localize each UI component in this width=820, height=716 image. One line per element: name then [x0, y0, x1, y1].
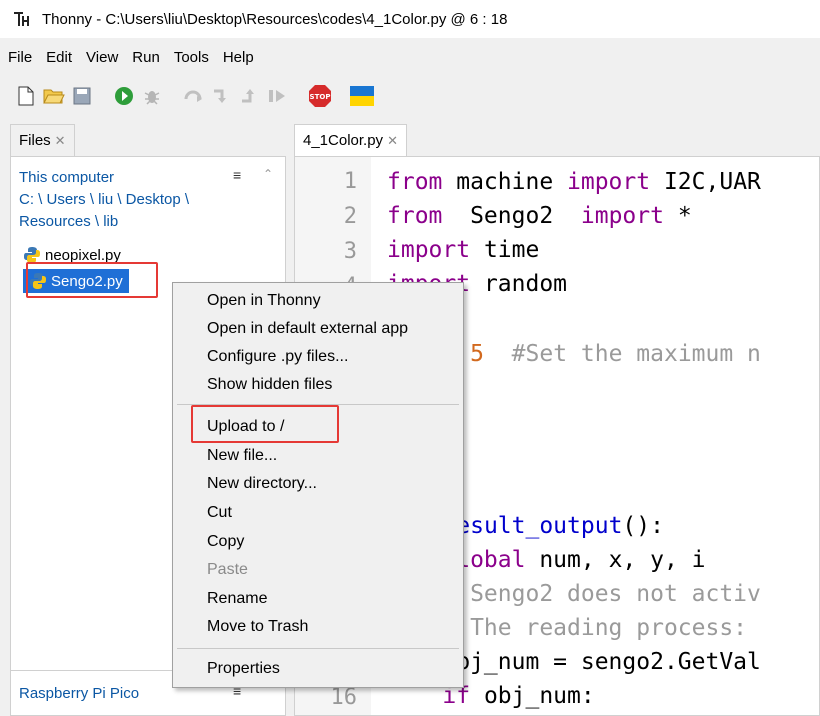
menu-view[interactable]: View [78, 49, 124, 66]
context-menu: Open in Thonny Open in default external … [172, 282, 464, 688]
tab-editor-file[interactable]: 4_1Color.py ✕ [294, 124, 407, 156]
code-line: import time [387, 237, 540, 263]
menu-item-paste: Paste [207, 561, 248, 578]
window-title: Thonny - C:\Users\liu\Desktop\Resources\… [42, 10, 508, 28]
menu-item-open-in-thonny[interactable]: Open in Thonny [207, 288, 321, 314]
menu-item-configure-py[interactable]: Configure .py files... [207, 344, 348, 370]
close-icon[interactable]: ✕ [55, 133, 66, 149]
scroll-up-icon[interactable]: ⌃ [263, 167, 273, 181]
menu-item-copy[interactable]: Copy [207, 529, 244, 555]
tab-files[interactable]: Files ✕ [10, 124, 75, 156]
menu-item-rename[interactable]: Rename [207, 586, 267, 612]
editor-tab-label: 4_1Color.py [303, 132, 384, 149]
menu-item-cut[interactable]: Cut [207, 500, 232, 526]
close-icon[interactable]: ✕ [387, 133, 398, 149]
menu-separator [177, 648, 459, 649]
resume-icon[interactable] [266, 84, 290, 108]
menu-item-properties[interactable]: Properties [207, 656, 280, 682]
line-number: 1 [343, 169, 357, 194]
menu-help[interactable]: Help [215, 49, 260, 66]
hamburger-icon[interactable]: ≡ [233, 167, 241, 183]
line-number: 16 [330, 685, 358, 710]
step-over-icon[interactable] [182, 84, 206, 108]
debug-icon[interactable] [140, 84, 164, 108]
highlight-box-upload [191, 405, 339, 443]
step-into-icon[interactable] [210, 84, 234, 108]
step-out-icon[interactable] [238, 84, 262, 108]
new-file-icon[interactable] [14, 84, 38, 108]
path-line-1[interactable]: C: \ Users \ liu \ Desktop \ [19, 189, 249, 211]
code-line: from machine import I2C,UAR [387, 169, 761, 195]
menu-tools[interactable]: Tools [166, 49, 215, 66]
highlight-box-selected-file [26, 262, 158, 298]
thonny-logo-icon [12, 9, 32, 29]
menu-run[interactable]: Run [124, 49, 166, 66]
menu-item-open-external[interactable]: Open in default external app [207, 316, 408, 342]
code-line: from Sengo2 import * [387, 203, 692, 229]
ukraine-flag-icon[interactable] [350, 84, 374, 108]
run-icon[interactable] [112, 84, 136, 108]
svg-text:STOP: STOP [310, 93, 331, 101]
line-number: 2 [343, 204, 357, 229]
toolbar: STOP [14, 82, 374, 110]
this-computer-link[interactable]: This computer [19, 167, 249, 189]
menu-file[interactable]: File [0, 49, 38, 66]
menu-bar: File Edit View Run Tools Help [0, 44, 260, 70]
title-bar: Thonny - C:\Users\liu\Desktop\Resources\… [0, 0, 820, 38]
open-folder-icon[interactable] [42, 84, 66, 108]
menu-item-new-directory[interactable]: New directory... [207, 471, 317, 497]
save-icon[interactable] [70, 84, 94, 108]
tab-files-label: Files [19, 132, 51, 149]
menu-item-new-file[interactable]: New file... [207, 443, 277, 469]
pico-label[interactable]: Raspberry Pi Pico [19, 685, 139, 702]
path-breadcrumb: This computer C: \ Users \ liu \ Desktop… [19, 167, 249, 233]
menu-item-show-hidden[interactable]: Show hidden files [207, 372, 332, 398]
menu-item-move-to-trash[interactable]: Move to Trash [207, 614, 308, 640]
line-number: 3 [343, 239, 357, 264]
path-line-2[interactable]: Resources \ lib [19, 211, 249, 233]
file-name: neopixel.py [45, 246, 121, 264]
menu-edit[interactable]: Edit [38, 49, 78, 66]
stop-icon[interactable]: STOP [308, 84, 332, 108]
